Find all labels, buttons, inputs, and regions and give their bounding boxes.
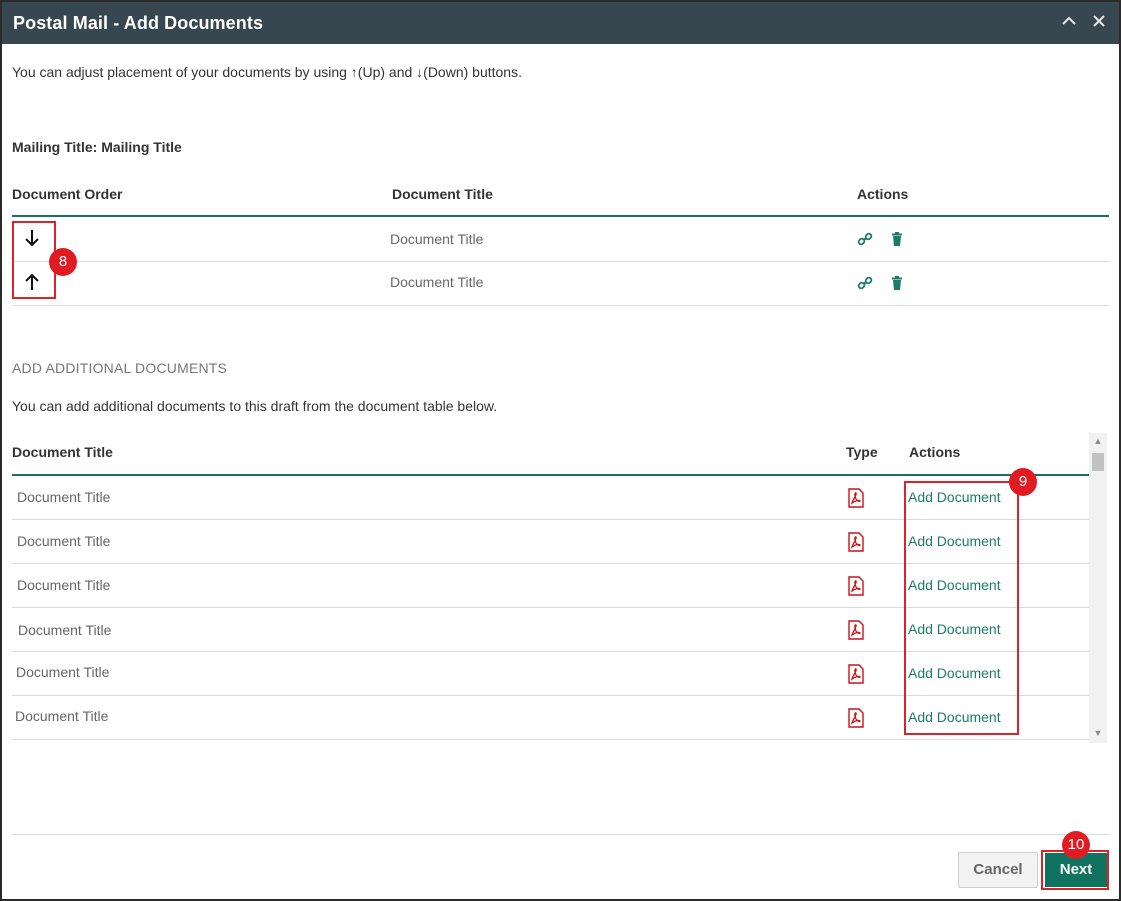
table-row-title: Document Title (18, 622, 112, 638)
placement-instructions: You can adjust placement of your documen… (12, 64, 522, 80)
row-divider (12, 739, 1089, 740)
callout-badge-8: 8 (49, 248, 77, 276)
scroll-thumb[interactable] (1092, 453, 1104, 471)
header-document-order: Document Order (12, 186, 123, 202)
additional-documents-heading: ADD ADDITIONAL DOCUMENTS (12, 360, 228, 376)
scroll-down-icon[interactable]: ▼ (1089, 725, 1107, 741)
additional-documents-description: You can add additional documents to this… (12, 398, 498, 414)
link-icon[interactable] (857, 231, 873, 247)
table-row-title: Document Title (16, 664, 110, 680)
callout-box-add-document (904, 481, 1019, 735)
table-row-title: Document Title (17, 489, 111, 505)
header-type: Type (846, 444, 878, 460)
table-row-title: Document Title (15, 708, 109, 724)
additional-table-header-rule (12, 474, 1089, 476)
callout-badge-9: 9 (1009, 468, 1037, 496)
pdf-icon (847, 488, 865, 508)
table-row-title: Document Title (17, 533, 111, 549)
pdf-icon (847, 620, 865, 640)
dialog-title: Postal Mail - Add Documents (13, 13, 264, 33)
link-icon[interactable] (857, 275, 873, 291)
pdf-icon (847, 664, 865, 684)
order-row-title: Document Title (390, 231, 484, 247)
scroll-up-icon[interactable]: ▲ (1089, 433, 1107, 449)
cancel-button[interactable]: Cancel (958, 852, 1038, 888)
header-document-title: Document Title (12, 444, 113, 460)
header-document-title: Document Title (392, 186, 493, 202)
row-divider (12, 305, 1109, 306)
trash-icon[interactable] (889, 275, 905, 291)
table-scrollbar[interactable]: ▲ ▼ (1089, 433, 1107, 743)
header-actions: Actions (857, 186, 909, 202)
trash-icon[interactable] (889, 231, 905, 247)
pdf-icon (847, 576, 865, 596)
add-documents-dialog: Postal Mail - Add Documents You can adju… (0, 0, 1121, 901)
order-row-title: Document Title (390, 274, 484, 290)
table-row-title: Document Title (17, 577, 111, 593)
footer-divider (12, 834, 1109, 835)
row-divider (12, 261, 1109, 262)
callout-badge-10: 10 (1062, 831, 1090, 859)
pdf-icon (847, 708, 865, 728)
close-icon[interactable] (1089, 13, 1109, 33)
dialog-titlebar: Postal Mail - Add Documents (2, 2, 1119, 44)
pdf-icon (847, 532, 865, 552)
header-actions: Actions (909, 444, 961, 460)
collapse-icon[interactable] (1059, 13, 1079, 33)
mailing-title: Mailing Title: Mailing Title (12, 139, 182, 155)
order-table-header-rule (12, 215, 1109, 217)
